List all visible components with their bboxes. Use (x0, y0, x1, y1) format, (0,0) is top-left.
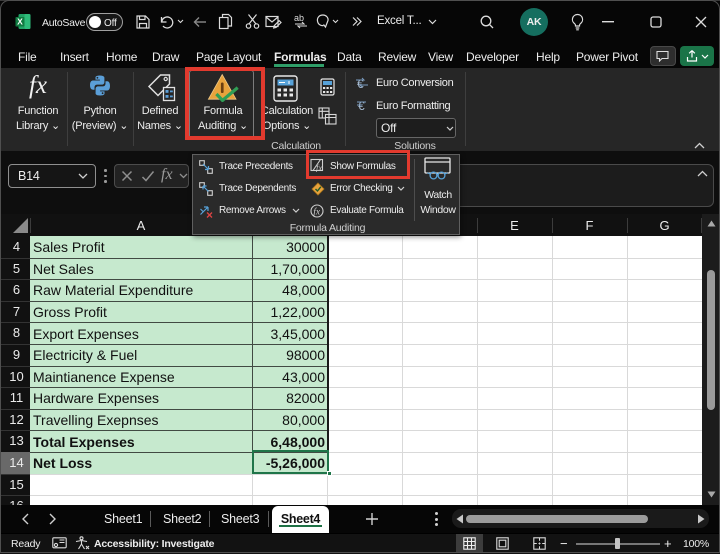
svg-text:ab: ab (294, 13, 304, 23)
svg-text:X: X (17, 17, 23, 27)
svg-text:fx: fx (313, 207, 321, 218)
